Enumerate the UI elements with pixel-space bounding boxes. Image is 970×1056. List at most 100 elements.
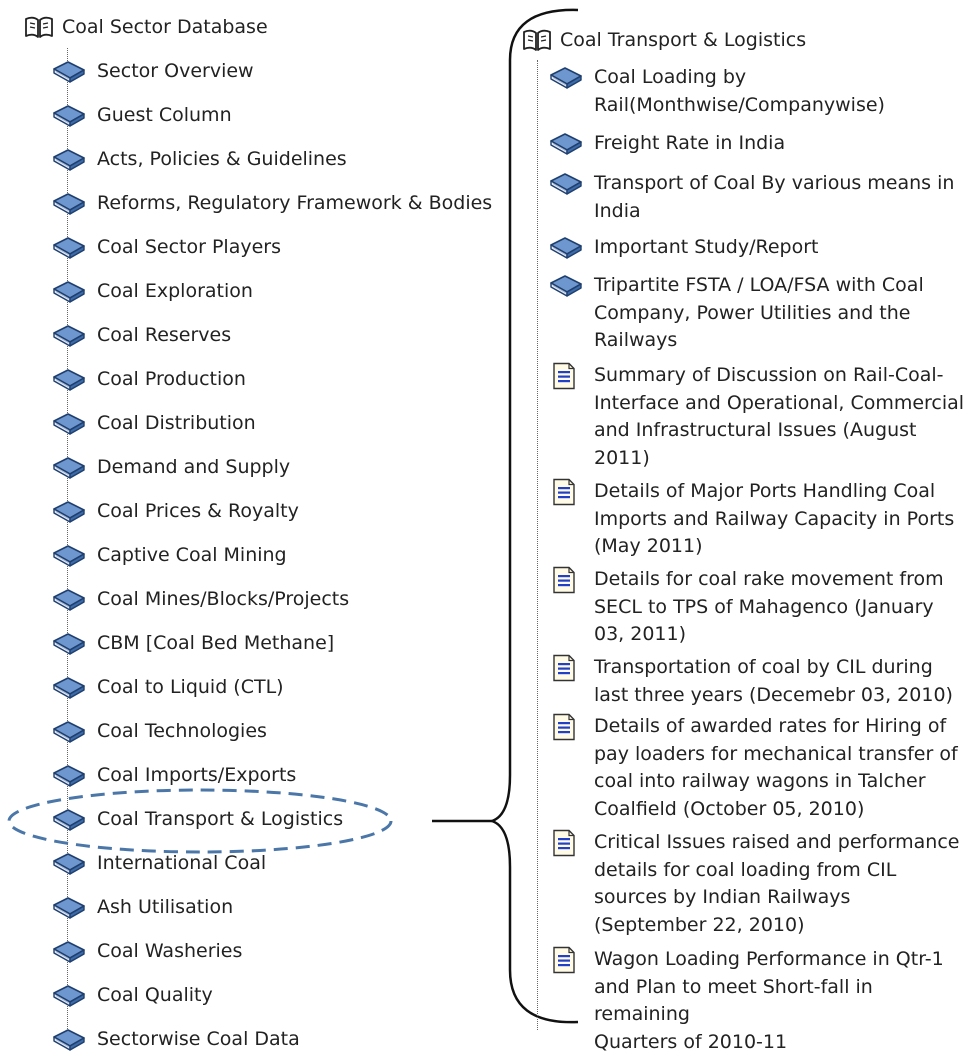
left-tree-item-guest-column[interactable]: Guest Column [51, 102, 232, 130]
document-icon [551, 654, 577, 682]
tree-item-label: Coal Washeries [97, 940, 243, 962]
left-tree-root-label: Coal Sector Database [62, 16, 268, 38]
book-icon [51, 851, 87, 877]
left-tree-item-captive-mining[interactable]: Captive Coal Mining [51, 542, 287, 570]
left-tree-item-sectorwise-data[interactable]: Sectorwise Coal Data [51, 1026, 300, 1054]
right-tree-root[interactable]: Coal Transport & Logistics [522, 27, 806, 53]
document-icon [551, 478, 577, 506]
book-icon [548, 131, 584, 157]
right-tree-connector-line [537, 60, 538, 1030]
left-tree-item-coal-distribution[interactable]: Coal Distribution [51, 410, 256, 438]
book-icon [51, 719, 87, 745]
left-tree-item-coal-technologies[interactable]: Coal Technologies [51, 718, 267, 746]
tree-item-label: Coal Reserves [97, 324, 232, 346]
document-icon [551, 566, 577, 594]
book-icon [51, 279, 87, 305]
left-tree-item-coal-quality[interactable]: Coal Quality [51, 982, 213, 1010]
book-icon [51, 323, 87, 349]
left-tree-item-coal-mines[interactable]: Coal Mines/Blocks/Projects [51, 586, 349, 614]
right-tree-item-wagon-loading[interactable]: Wagon Loading Performance in Qtr-1 and P… [548, 946, 968, 1056]
tree-item-label: Coal Production [97, 368, 246, 390]
right-tree-item-transportation-cil[interactable]: Transportation of coal by CIL during las… [548, 654, 968, 709]
right-tree-item-major-ports[interactable]: Details of Major Ports Handling Coal Imp… [548, 478, 968, 561]
tree-item-label: Guest Column [97, 104, 232, 126]
tree-item-label: Captive Coal Mining [97, 544, 287, 566]
tree-item-label: Ash Utilisation [97, 896, 234, 918]
book-icon [548, 171, 584, 197]
tree-item-label: Coal Imports/Exports [97, 764, 297, 786]
tree-item-label: Sectorwise Coal Data [97, 1028, 300, 1050]
document-icon [551, 362, 577, 390]
tree-item-label: Summary of Discussion on Rail-Coal- Inte… [594, 364, 965, 469]
tree-item-label: Critical Issues raised and performance d… [594, 831, 960, 936]
tree-item-label: Coal Exploration [97, 280, 253, 302]
book-icon [51, 983, 87, 1009]
book-icon [51, 103, 87, 129]
tree-item-label: Tripartite FSTA / LOA/FSA with Coal Comp… [594, 274, 924, 351]
tree-item-label: Coal to Liquid (CTL) [97, 676, 284, 698]
left-tree-item-coal-prices[interactable]: Coal Prices & Royalty [51, 498, 299, 526]
tree-item-label: Reforms, Regulatory Framework & Bodies [97, 192, 493, 214]
tree-item-label: Details of awarded rates for Hiring of p… [594, 715, 958, 820]
left-tree-item-coal-sector-players[interactable]: Coal Sector Players [51, 234, 281, 262]
left-tree-item-international-coal[interactable]: International Coal [51, 850, 266, 878]
book-icon [548, 235, 584, 261]
left-tree-item-coal-transport-logistics[interactable]: Coal Transport & Logistics [51, 806, 343, 834]
open-book-icon [522, 27, 552, 53]
book-icon [51, 1027, 87, 1053]
document-icon [551, 713, 577, 741]
tree-item-label: Transportation of coal by CIL during las… [594, 656, 953, 706]
left-tree-item-imports-exports[interactable]: Coal Imports/Exports [51, 762, 296, 790]
book-icon [51, 939, 87, 965]
book-icon [51, 807, 87, 833]
book-icon [548, 273, 584, 299]
open-book-icon [24, 14, 54, 40]
left-tree-item-coal-reserves[interactable]: Coal Reserves [51, 322, 231, 350]
left-tree-item-cbm[interactable]: CBM [Coal Bed Methane] [51, 630, 334, 658]
right-tree-item-summary-discussion[interactable]: Summary of Discussion on Rail-Coal- Inte… [548, 362, 968, 472]
tree-item-label: Important Study/Report [594, 236, 819, 258]
left-tree-item-demand-supply[interactable]: Demand and Supply [51, 454, 290, 482]
tree-item-label: Details for coal rake movement from SECL… [594, 568, 944, 645]
left-tree-item-ctl[interactable]: Coal to Liquid (CTL) [51, 674, 284, 702]
right-tree-root-label: Coal Transport & Logistics [560, 29, 807, 51]
tree-item-label: Demand and Supply [97, 456, 291, 478]
book-icon [51, 895, 87, 921]
book-icon [51, 587, 87, 613]
book-icon [51, 191, 87, 217]
left-tree-item-ash-utilisation[interactable]: Ash Utilisation [51, 894, 233, 922]
right-tree-item-transport-means[interactable]: Transport of Coal By various means in In… [548, 170, 968, 225]
left-tree-item-acts-policies[interactable]: Acts, Policies & Guidelines [51, 146, 347, 174]
right-tree-item-study-report[interactable]: Important Study/Report [548, 234, 968, 262]
left-tree-root[interactable]: Coal Sector Database [24, 14, 268, 40]
tree-item-label: Coal Distribution [97, 412, 256, 434]
left-tree-item-coal-production[interactable]: Coal Production [51, 366, 246, 394]
tree-item-label: Coal Quality [97, 984, 213, 1006]
book-icon [51, 631, 87, 657]
tree-item-label: Coal Loading by Rail(Monthwise/Companywi… [594, 66, 885, 116]
left-tree-item-coal-washeries[interactable]: Coal Washeries [51, 938, 242, 966]
book-icon [548, 65, 584, 91]
book-icon [51, 675, 87, 701]
left-tree-item-reforms[interactable]: Reforms, Regulatory Framework & Bodies [51, 190, 492, 218]
right-tree-item-critical-issues[interactable]: Critical Issues raised and performance d… [548, 829, 968, 939]
right-tree-item-rake-movement[interactable]: Details for coal rake movement from SECL… [548, 566, 968, 649]
tree-item-label: Transport of Coal By various means in In… [594, 172, 955, 222]
tree-item-label: Sector Overview [97, 60, 254, 82]
book-icon [51, 499, 87, 525]
right-tree-item-freight-rate[interactable]: Freight Rate in India [548, 130, 968, 158]
tree-item-label: International Coal [97, 852, 267, 874]
tree-item-label: Coal Technologies [97, 720, 267, 742]
right-tree-item-awarded-rates[interactable]: Details of awarded rates for Hiring of p… [548, 713, 968, 823]
tree-item-label: Coal Transport & Logistics [97, 808, 344, 830]
right-tree-item-tripartite[interactable]: Tripartite FSTA / LOA/FSA with Coal Comp… [548, 272, 968, 355]
right-tree-item-coal-loading[interactable]: Coal Loading by Rail(Monthwise/Companywi… [548, 64, 968, 119]
tree-item-label: Coal Sector Players [97, 236, 281, 258]
tree-item-label: Details of Major Ports Handling Coal Imp… [594, 480, 955, 557]
book-icon [51, 367, 87, 393]
left-tree-item-coal-exploration[interactable]: Coal Exploration [51, 278, 253, 306]
tree-item-label: CBM [Coal Bed Methane] [97, 632, 335, 654]
left-tree-item-sector-overview[interactable]: Sector Overview [51, 58, 254, 86]
book-icon [51, 455, 87, 481]
tree-item-label: Freight Rate in India [594, 132, 786, 154]
